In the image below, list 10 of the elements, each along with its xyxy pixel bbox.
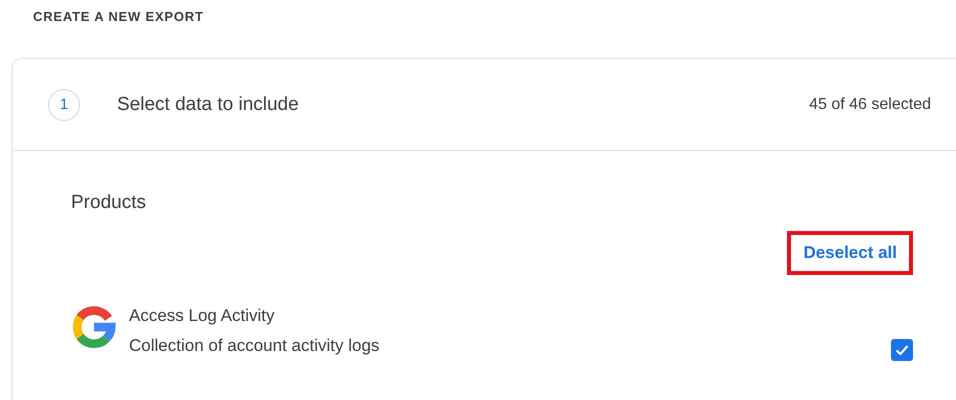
section-title: Products bbox=[71, 191, 147, 215]
step-title: Select data to include bbox=[117, 94, 300, 116]
step-number: 1 bbox=[48, 88, 80, 120]
product-description: Collection of account activity logs bbox=[129, 335, 380, 357]
deselect-all-link[interactable]: Deselect all bbox=[787, 231, 913, 275]
google-logo-icon bbox=[71, 304, 117, 350]
selected-count: 45 of 46 selected bbox=[809, 96, 931, 114]
page-heading: CREATE A NEW EXPORT bbox=[33, 8, 205, 26]
product-name: Access Log Activity bbox=[129, 305, 276, 327]
product-checkbox[interactable] bbox=[891, 339, 913, 361]
